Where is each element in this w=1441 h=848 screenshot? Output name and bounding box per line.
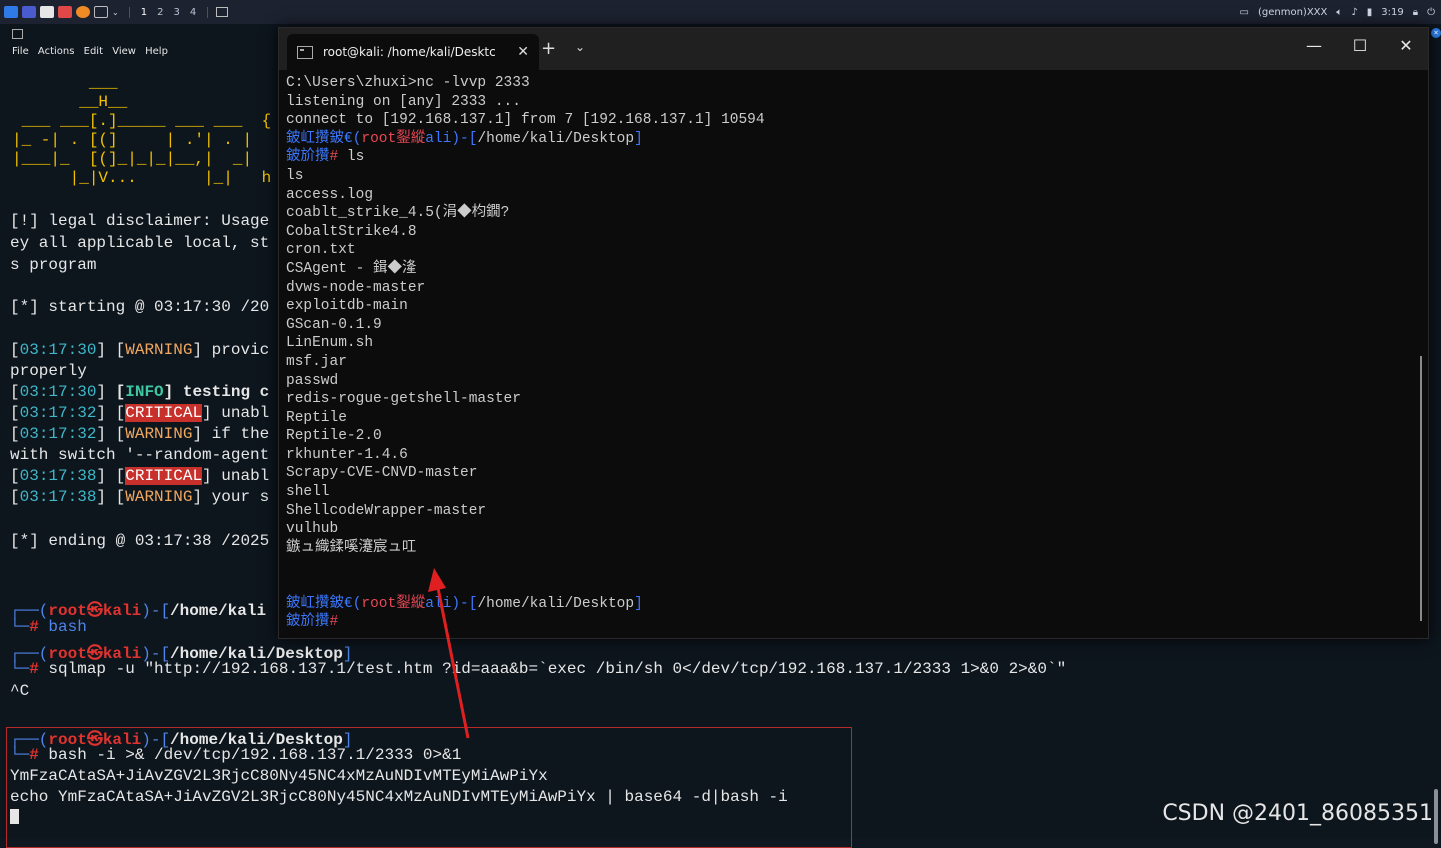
arrow-shaft [436, 587, 470, 739]
watermark: CSDN @2401_86085351 [1162, 801, 1433, 826]
annotation-arrow [428, 568, 470, 739]
arrow-head [428, 568, 446, 592]
